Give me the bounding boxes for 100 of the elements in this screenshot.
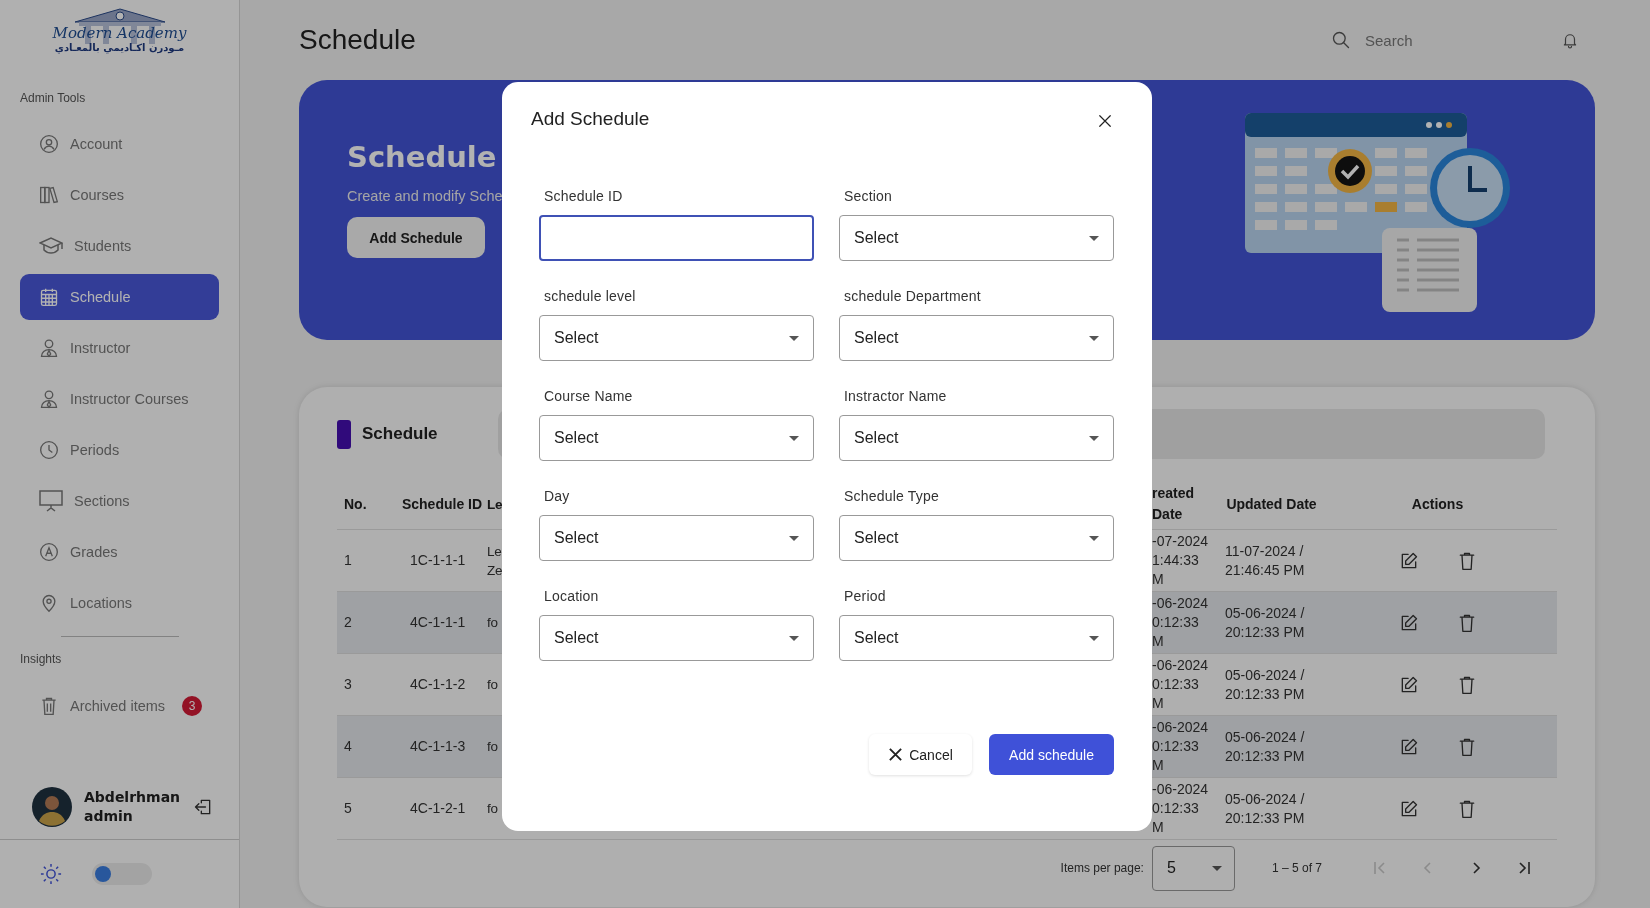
table-cell: 2 bbox=[344, 613, 352, 632]
title-marker bbox=[337, 419, 351, 449]
table-cell: 1C-1-1-1 bbox=[410, 551, 466, 570]
search-field[interactable]: Search bbox=[1363, 30, 1547, 50]
column-header: reated Date bbox=[1152, 484, 1196, 524]
user-icon bbox=[39, 134, 59, 154]
select-field[interactable]: Select bbox=[839, 215, 1114, 261]
dialog-title: Add Schedule bbox=[531, 108, 650, 130]
column-header: No. bbox=[344, 494, 367, 514]
select-field[interactable]: Select bbox=[539, 515, 814, 561]
user-name: Abdelrhman bbox=[84, 788, 181, 807]
add-schedule-button[interactable]: Add schedule bbox=[989, 734, 1114, 775]
select-field[interactable]: Select bbox=[839, 315, 1114, 361]
table-cell: 05-06-2024 / 20:12:33 PM bbox=[1225, 603, 1305, 642]
section-heading: Insights bbox=[20, 652, 62, 666]
field-label: Schedule ID bbox=[543, 188, 624, 205]
logout-icon[interactable] bbox=[193, 797, 213, 817]
table-cell: 05-06-2024 / 20:12:33 PM bbox=[1225, 665, 1305, 704]
grade-icon bbox=[39, 542, 59, 562]
add-schedule-button[interactable]: Add Schedule bbox=[347, 217, 485, 258]
field-label: Location bbox=[543, 588, 600, 605]
page-size-select[interactable]: 5 bbox=[1151, 845, 1235, 891]
table-cell: 4C-1-1-1 bbox=[410, 613, 466, 632]
sidebar-item[interactable]: Instructor Courses bbox=[20, 376, 219, 422]
table-cell: 4C-1-2-1 bbox=[410, 799, 466, 818]
banner-title: Schedule bbox=[347, 140, 497, 174]
last-page-icon[interactable] bbox=[1516, 860, 1532, 876]
select-field[interactable]: Select bbox=[539, 415, 814, 461]
card-title: Schedule bbox=[362, 424, 438, 444]
page-title: Schedule bbox=[299, 24, 416, 56]
sidebar-item[interactable]: Account bbox=[20, 121, 219, 167]
table-cell-text: fo bbox=[487, 738, 498, 756]
page-range: 1 – 5 of 7 bbox=[1271, 861, 1322, 875]
sidebar-item[interactable]: Archived items 3 bbox=[20, 683, 219, 729]
table-cell: 4C-1-1-2 bbox=[410, 675, 466, 694]
user-role: admin bbox=[84, 807, 134, 826]
table-cell-text: fo bbox=[487, 676, 498, 694]
close-icon[interactable] bbox=[1096, 112, 1114, 130]
input-field[interactable] bbox=[539, 215, 814, 261]
person-icon bbox=[39, 338, 59, 358]
sidebar-item[interactable]: Sections bbox=[20, 478, 219, 524]
table-cell-text: -06-2024 0:12:33 M bbox=[1152, 594, 1210, 651]
table-cell: 4 bbox=[344, 737, 352, 756]
logo-name: Modern Academy bbox=[52, 24, 187, 42]
items-per-page-label: Items per page: bbox=[1060, 861, 1144, 875]
select-field[interactable]: Select bbox=[539, 615, 814, 661]
sidebar-item[interactable]: Schedule bbox=[20, 274, 219, 320]
close-icon bbox=[888, 747, 904, 762]
logo-subtitle: مـودرن اكـاديمي بالمعـادي bbox=[54, 42, 185, 53]
avatar bbox=[32, 787, 72, 827]
field-label: schedule level bbox=[543, 288, 637, 305]
section-heading: Admin Tools bbox=[20, 91, 87, 105]
table-cell: 3 bbox=[344, 675, 352, 694]
sidebar-item[interactable]: Locations bbox=[20, 580, 219, 626]
column-header: Le bbox=[487, 495, 503, 514]
select-field[interactable]: Select bbox=[839, 615, 1114, 661]
table-cell-text: Le Ze bbox=[487, 542, 503, 580]
calendar-icon bbox=[39, 287, 59, 307]
sidebar-item[interactable]: Students bbox=[20, 223, 219, 269]
count-badge: 3 bbox=[182, 696, 203, 716]
sidebar-item[interactable]: Instructor bbox=[20, 325, 219, 371]
search-icon bbox=[1331, 30, 1351, 50]
column-header: Schedule ID bbox=[401, 494, 483, 514]
column-header: Actions bbox=[1411, 494, 1464, 514]
table-cell-text: -06-2024 0:12:33 M bbox=[1152, 718, 1210, 775]
select-field[interactable]: Select bbox=[839, 515, 1114, 561]
table-cell: 4C-1-1-3 bbox=[410, 737, 466, 756]
table-cell-text: fo bbox=[487, 614, 498, 632]
cancel-button[interactable]: Cancel bbox=[869, 734, 972, 775]
column-header: Updated Date bbox=[1226, 494, 1317, 514]
table-cell-text: -07-2024 1:44:33 M bbox=[1152, 532, 1210, 589]
table-cell: 05-06-2024 / 20:12:33 PM bbox=[1225, 727, 1305, 766]
books-icon bbox=[39, 185, 59, 205]
sun-icon[interactable] bbox=[40, 863, 62, 885]
table-cell-text: -06-2024 0:12:33 M bbox=[1152, 780, 1210, 837]
field-label: schedule Department bbox=[843, 288, 982, 305]
dark-mode-toggle[interactable] bbox=[92, 863, 152, 885]
field-label: Period bbox=[843, 588, 887, 605]
table-cell: 11-07-2024 / 21:46:45 PM bbox=[1225, 541, 1305, 580]
field-label: Day bbox=[543, 488, 571, 505]
field-label: Section bbox=[843, 188, 894, 205]
table-cell: 05-06-2024 / 20:12:33 PM bbox=[1225, 789, 1305, 828]
table-cell: 1 bbox=[344, 551, 352, 570]
table-cell-text: -06-2024 0:12:33 M bbox=[1152, 656, 1210, 713]
table-cell: 5 bbox=[344, 799, 352, 818]
field-label: Instractor Name bbox=[843, 388, 948, 405]
trash-icon bbox=[39, 696, 59, 716]
sidebar-item[interactable]: Courses bbox=[20, 172, 219, 218]
presentation-board-icon bbox=[39, 490, 63, 512]
field-label: Schedule Type bbox=[843, 488, 940, 505]
sidebar-item[interactable]: Grades bbox=[20, 529, 219, 575]
sidebar-item[interactable]: Periods bbox=[20, 427, 219, 473]
person-icon bbox=[39, 389, 59, 409]
bell-icon[interactable] bbox=[1561, 31, 1579, 49]
clock-icon bbox=[39, 440, 59, 460]
graduation-cap-icon bbox=[39, 236, 63, 256]
select-field[interactable]: Select bbox=[539, 315, 814, 361]
select-field[interactable]: Select bbox=[839, 415, 1114, 461]
table-cell-text: fo bbox=[487, 800, 498, 818]
banner-subtitle: Create and modify Sche bbox=[347, 188, 503, 204]
